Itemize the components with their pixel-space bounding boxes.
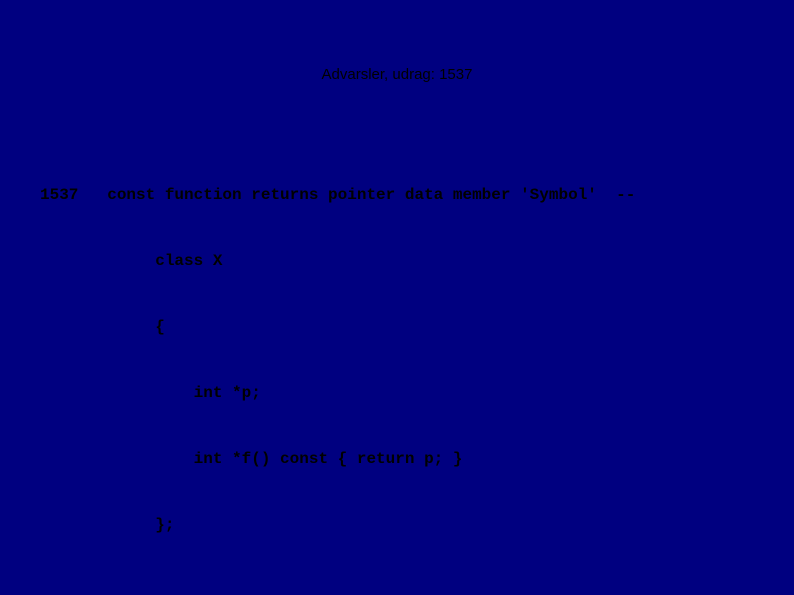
code-line: 1537 const function returns pointer data… <box>40 184 645 206</box>
code-line: int *f() const { return p; } <box>40 448 645 470</box>
page-title: Advarsler, udrag: 1537 <box>0 66 794 83</box>
code-line: class X <box>40 250 645 272</box>
code-line: { <box>40 316 645 338</box>
warning-text-block: 1537 const function returns pointer data… <box>40 140 645 595</box>
code-line: int *p; <box>40 382 645 404</box>
document-page: Advarsler, udrag: 1537 1537 const functi… <box>0 0 794 595</box>
code-line: }; <box>40 514 645 536</box>
